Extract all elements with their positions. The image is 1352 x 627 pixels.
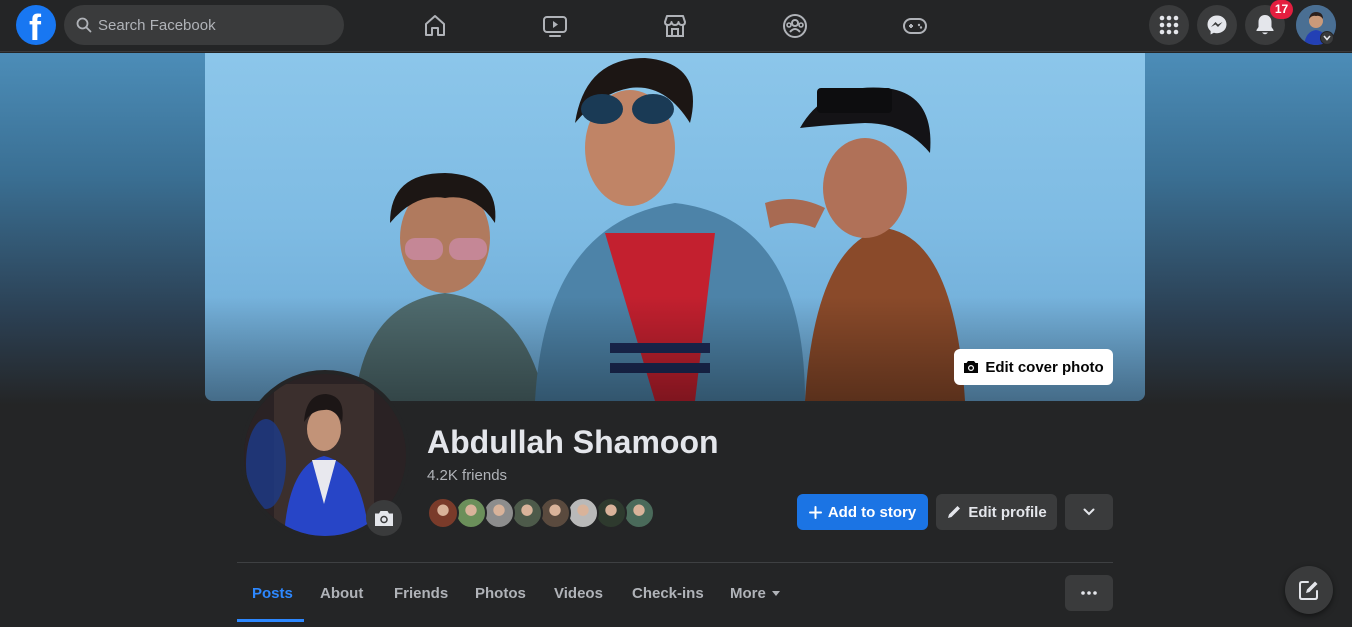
tab-videos[interactable]: Videos — [554, 573, 603, 617]
search-icon — [76, 17, 92, 33]
friend-avatar[interactable] — [539, 497, 571, 529]
friend-avatar[interactable] — [623, 497, 655, 529]
profile-name: Abdullah Shamoon — [427, 424, 719, 460]
friend-avatar[interactable] — [483, 497, 515, 529]
facebook-logo-letter: f — [29, 7, 41, 48]
update-profile-picture-button[interactable] — [366, 500, 402, 536]
nav-gaming[interactable] — [860, 4, 970, 48]
edit-cover-photo-label: Edit cover photo — [985, 358, 1104, 376]
plus-icon — [808, 505, 822, 519]
chevron-down-icon — [1323, 35, 1331, 41]
nav-home[interactable] — [380, 4, 490, 48]
tab-photos[interactable]: Photos — [475, 573, 526, 617]
camera-icon — [964, 361, 979, 373]
friend-avatar[interactable] — [427, 497, 459, 529]
tab-friends[interactable]: Friends — [394, 573, 448, 617]
friend-avatar[interactable] — [511, 497, 543, 529]
pencil-icon — [948, 506, 961, 518]
camera-icon — [375, 510, 393, 526]
messenger-button[interactable] — [1197, 5, 1237, 45]
profile-divider — [237, 562, 1113, 563]
edit-profile-label: Edit profile — [968, 503, 1047, 521]
tab-checkins[interactable]: Check-ins — [632, 573, 704, 617]
tab-posts[interactable]: Posts — [252, 573, 293, 617]
facebook-logo[interactable]: f — [16, 5, 56, 48]
menu-button[interactable] — [1149, 5, 1189, 45]
tab-more-label: More — [730, 585, 766, 602]
chevron-down-icon — [1083, 508, 1095, 516]
compose-icon — [1299, 581, 1318, 600]
edit-profile-button[interactable]: Edit profile — [936, 494, 1057, 530]
active-tab-indicator — [237, 619, 304, 622]
top-navigation-bar: f Search Facebook 17 — [0, 0, 1352, 52]
tab-more[interactable]: More — [730, 573, 780, 617]
bell-icon — [1256, 15, 1274, 35]
more-options-button[interactable] — [1065, 575, 1113, 611]
search-input[interactable] — [98, 5, 328, 45]
groups-icon — [783, 14, 807, 38]
search-box[interactable] — [64, 5, 344, 45]
friends-count-link[interactable]: 4.2K friends — [427, 467, 507, 484]
marketplace-icon — [664, 15, 686, 37]
more-dots-icon — [1081, 591, 1097, 595]
grid-menu-icon — [1159, 15, 1179, 35]
edit-cover-photo-button[interactable]: Edit cover photo — [954, 349, 1113, 385]
notification-count-badge: 17 — [1270, 0, 1293, 19]
messenger-icon — [1207, 15, 1227, 35]
add-to-story-label: Add to story — [827, 503, 917, 521]
add-to-story-button[interactable]: Add to story — [797, 494, 928, 530]
watch-icon — [543, 16, 567, 37]
nav-watch[interactable] — [500, 4, 610, 48]
account-menu-chevron[interactable] — [1320, 31, 1334, 45]
profile-options-dropdown[interactable] — [1065, 494, 1113, 530]
friend-avatar[interactable] — [567, 497, 599, 529]
new-message-button[interactable] — [1285, 566, 1333, 614]
tab-about[interactable]: About — [320, 573, 363, 617]
nav-groups[interactable] — [740, 4, 850, 48]
friend-avatar[interactable] — [595, 497, 627, 529]
home-icon — [425, 15, 445, 36]
gaming-icon — [903, 18, 927, 34]
friend-avatar[interactable] — [455, 497, 487, 529]
nav-marketplace[interactable] — [620, 4, 730, 48]
caret-down-icon — [771, 590, 780, 596]
